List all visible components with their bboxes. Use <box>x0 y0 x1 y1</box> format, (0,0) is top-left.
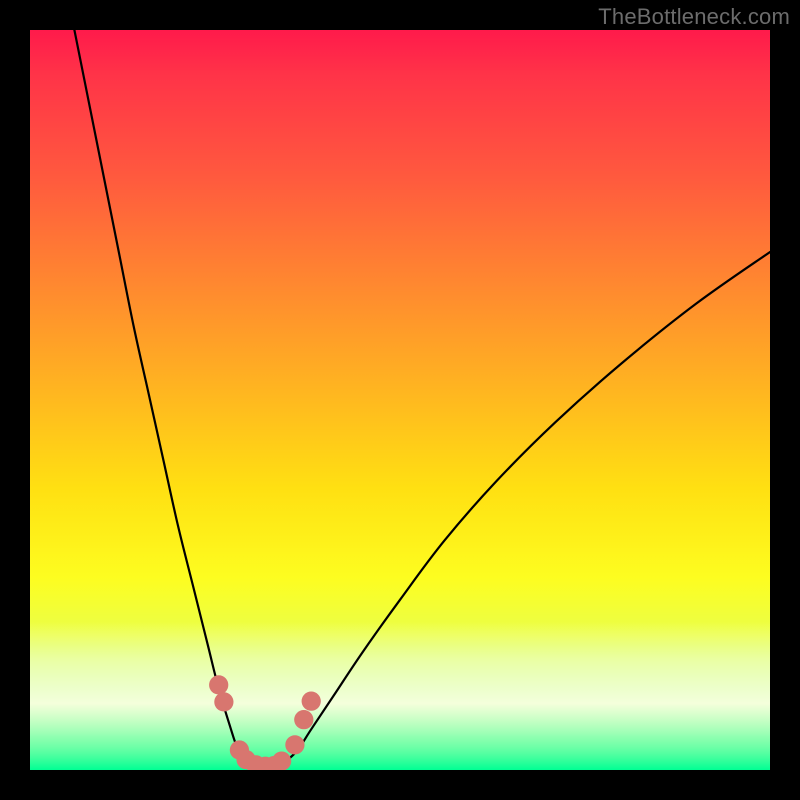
data-point <box>265 756 284 770</box>
plot-area <box>30 30 770 770</box>
data-point <box>246 755 265 770</box>
data-point <box>302 692 321 711</box>
curve-layer <box>30 30 770 770</box>
data-point <box>294 710 313 729</box>
data-point <box>230 740 249 759</box>
data-point <box>209 675 228 694</box>
highlight-band <box>30 622 770 770</box>
bottleneck-curve <box>74 30 770 767</box>
data-point <box>256 757 275 770</box>
data-point <box>236 750 255 769</box>
marker-group <box>209 675 321 770</box>
data-point <box>285 735 304 754</box>
data-point <box>214 692 233 711</box>
watermark-text: TheBottleneck.com <box>598 4 790 30</box>
chart-frame: TheBottleneck.com <box>0 0 800 800</box>
data-point <box>272 752 291 771</box>
